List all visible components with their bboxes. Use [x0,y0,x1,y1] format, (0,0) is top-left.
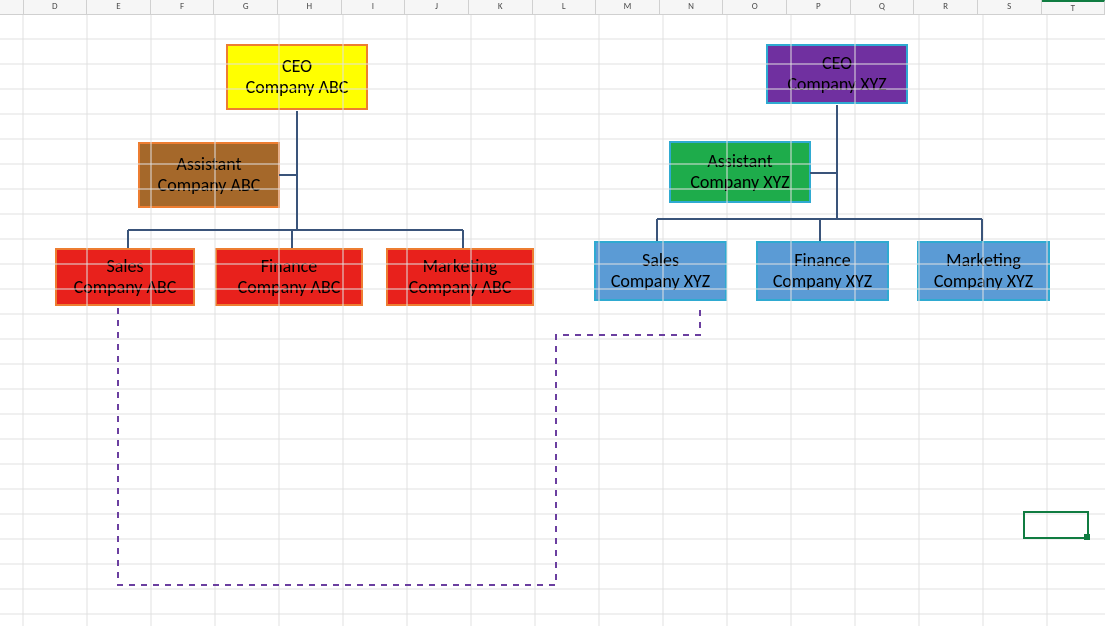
xyz-finance-role: Finance [762,250,883,271]
col-header[interactable]: O [723,0,787,14]
abc-finance-role: Finance [221,256,357,277]
xyz-assistant-node[interactable]: Assistant Company XYZ [669,141,811,203]
col-header[interactable]: D [24,0,88,14]
abc-sales-company: Company ABC [61,277,189,298]
abc-marketing-node[interactable]: Marketing Company ABC [386,248,534,306]
col-header[interactable]: M [596,0,660,14]
xyz-assistant-role: Assistant [675,151,805,172]
xyz-sales-role: Sales [600,250,721,271]
col-header[interactable]: T [1042,0,1105,14]
col-header[interactable]: E [87,0,151,14]
col-header[interactable]: G [214,0,278,14]
col-header[interactable]: Q [851,0,915,14]
abc-sales-node[interactable]: Sales Company ABC [55,248,195,306]
xyz-marketing-company: Company XYZ [923,271,1044,292]
col-header[interactable]: R [914,0,978,14]
col-header[interactable]: L [533,0,597,14]
column-headers: D E F G H I J K L M N O P Q R S T [0,0,1105,15]
xyz-sales-node[interactable]: Sales Company XYZ [594,241,727,301]
worksheet[interactable]: D E F G H I J K L M N O P Q R S T [0,0,1105,626]
abc-assistant-node[interactable]: Assistant Company ABC [138,142,280,208]
xyz-ceo-node[interactable]: CEO Company XYZ [766,44,908,104]
xyz-finance-company: Company XYZ [762,271,883,292]
xyz-ceo-company: Company XYZ [772,74,902,95]
abc-ceo-role: CEO [232,56,362,77]
col-header[interactable]: K [469,0,533,14]
selected-cell[interactable] [1023,511,1089,539]
xyz-marketing-role: Marketing [923,250,1044,271]
abc-assistant-company: Company ABC [144,175,274,196]
xyz-assistant-company: Company XYZ [675,172,805,193]
xyz-ceo-role: CEO [772,53,902,74]
abc-sales-role: Sales [61,256,189,277]
xyz-sales-company: Company XYZ [600,271,721,292]
abc-ceo-company: Company ABC [232,77,362,98]
abc-marketing-company: Company ABC [392,277,528,298]
xyz-marketing-node[interactable]: Marketing Company XYZ [917,241,1050,301]
col-header[interactable]: H [278,0,342,14]
xyz-finance-node[interactable]: Finance Company XYZ [756,241,889,301]
gridlines [0,0,1105,626]
col-header[interactable]: S [978,0,1042,14]
col-header[interactable]: N [660,0,724,14]
abc-finance-node[interactable]: Finance Company ABC [215,248,363,306]
col-header[interactable]: F [151,0,215,14]
col-header[interactable]: I [342,0,406,14]
abc-assistant-role: Assistant [144,154,274,175]
org-connectors [0,0,1105,626]
abc-marketing-role: Marketing [392,256,528,277]
col-header[interactable]: J [405,0,469,14]
abc-ceo-node[interactable]: CEO Company ABC [226,44,368,110]
col-header[interactable]: P [787,0,851,14]
abc-finance-company: Company ABC [221,277,357,298]
